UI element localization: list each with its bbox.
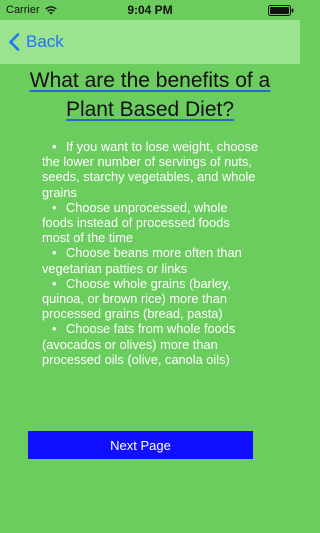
bullet-marker: • [52, 275, 57, 291]
back-button-label: Back [26, 32, 64, 51]
list-item-text: Choose fats from whole foods (avocados o… [42, 321, 236, 367]
battery-icon [268, 4, 294, 16]
list-item: • Choose whole grains (barley, quinoa, or… [42, 276, 260, 322]
carrier-label: Carrier [6, 4, 40, 16]
list-item-text: Choose whole grains (barley, quinoa, or … [42, 275, 231, 322]
page-title: What are the benefits of a Plant Based D… [29, 69, 271, 121]
status-time: 9:04 PM [127, 3, 173, 17]
next-page-button[interactable]: Next Page [28, 431, 253, 459]
status-left: Carrier [6, 4, 58, 16]
bullet-marker: • [52, 199, 57, 215]
list-item: • If you want to lose weight, choose the … [42, 139, 260, 200]
navigation-bar: Back [0, 20, 300, 64]
wifi-icon [44, 6, 57, 15]
bullet-marker: • [52, 139, 57, 154]
chevron-left-icon [9, 33, 20, 51]
list-item-text: If you want to lose weight, choose the l… [42, 139, 259, 200]
benefits-list: • If you want to lose weight, choose the … [42, 139, 260, 367]
list-item-text: Choose beans more often than vegetarian … [42, 245, 242, 276]
list-item-text: Choose unprocessed, whole foods instead … [42, 199, 230, 246]
list-item: • Choose beans more often than vegetarian… [42, 245, 260, 275]
back-button[interactable]: Back [8, 20, 76, 64]
list-item: • Choose unprocessed, whole foods instead… [42, 200, 260, 246]
bullet-marker: • [52, 321, 57, 337]
status-bar: Carrier 9:04 PM [0, 0, 300, 20]
list-item: • Choose fats from whole foods (avocados … [42, 321, 260, 367]
bullet-marker: • [52, 245, 57, 261]
